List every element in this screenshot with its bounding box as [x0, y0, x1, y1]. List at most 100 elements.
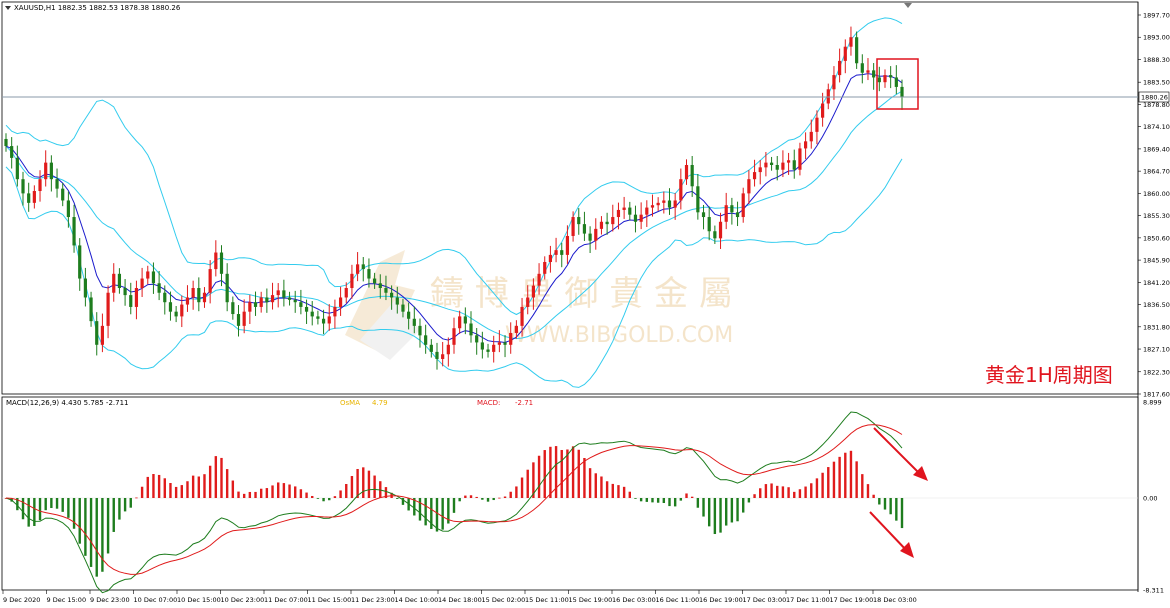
trading-chart[interactable]: 鑄 博 皇 御 貴 金 屬 WWW.BIBGOLD.COM XAUUSD,H1 …: [0, 0, 1170, 608]
histogram-bar: [866, 484, 870, 498]
candle-body: [786, 160, 791, 163]
histogram-bar: [191, 475, 195, 498]
price-tick-label: 1831.80: [1143, 323, 1170, 331]
candle-body: [395, 297, 399, 305]
candle-body: [486, 349, 490, 352]
histogram-bar: [537, 455, 541, 498]
histogram-bar: [259, 488, 263, 498]
histogram-bar: [237, 491, 240, 498]
current-price-label: 1880.26: [1141, 94, 1168, 102]
candle-body: [219, 252, 224, 274]
candle-body: [350, 273, 354, 289]
candle-body: [826, 89, 830, 104]
candle-body: [741, 193, 745, 218]
candle-body: [815, 117, 819, 132]
histogram-bar: [543, 450, 546, 498]
histogram-bar: [730, 498, 734, 523]
histogram-bar: [27, 498, 30, 527]
candle-body: [418, 325, 422, 336]
histogram-bar: [254, 491, 257, 498]
histogram-bar: [208, 465, 212, 498]
price-tick-label: 1817.60: [1143, 391, 1170, 399]
candle-body: [129, 295, 133, 307]
candle-body: [361, 264, 365, 270]
histogram-bar: [129, 498, 132, 508]
candle-body: [798, 148, 802, 170]
time-tick-label: 9 Dec 15:00: [47, 596, 87, 604]
time-tick-label: 10 Dec 15:00: [177, 596, 221, 604]
candle-body: [231, 302, 235, 315]
candle-body: [611, 217, 615, 225]
histogram-bar: [356, 468, 359, 498]
histogram-bar: [135, 497, 138, 499]
candle-body: [123, 288, 127, 296]
candle-body: [548, 254, 553, 262]
candle-body: [900, 86, 904, 98]
price-tick-label: 1855.30: [1143, 212, 1170, 220]
histogram-bar: [367, 470, 371, 498]
histogram-bar: [458, 498, 461, 502]
histogram-bar: [662, 498, 666, 504]
candle-body: [4, 138, 8, 147]
candle-body: [446, 344, 450, 355]
candle-body: [616, 209, 621, 218]
candle-body: [560, 250, 564, 255]
macd-info: MACD(12,26,9) 4.430 5.785 -2.711: [6, 399, 128, 407]
price-tick-label: 1860.00: [1143, 190, 1170, 198]
candle-body: [458, 316, 462, 329]
candle-body: [452, 328, 456, 345]
candle-body: [117, 273, 122, 289]
price-tick-label: 1845.90: [1143, 257, 1170, 265]
time-tick-label: 11 Dec 23:00: [351, 596, 395, 604]
candle-body: [594, 228, 598, 241]
histogram-bar: [163, 478, 166, 498]
time-tick-label: 15 Dec 11:00: [525, 596, 569, 604]
histogram-bar: [362, 467, 365, 498]
candle-body: [134, 288, 139, 307]
histogram-bar: [759, 488, 762, 498]
price-tick-label: 1836.50: [1143, 301, 1170, 309]
price-tick-label: 1883.50: [1143, 79, 1170, 87]
histogram-bar: [225, 469, 229, 498]
time-tick-label: 17 Dec 19:00: [830, 596, 874, 604]
time-tick-label: 17 Dec 03:00: [743, 596, 787, 604]
histogram-bar: [203, 474, 206, 498]
candle-body: [577, 217, 581, 225]
candle-body: [531, 285, 535, 298]
histogram-bar: [271, 485, 274, 498]
histogram-bar: [61, 498, 64, 512]
candle-body: [367, 269, 371, 279]
histogram-bar: [702, 498, 705, 517]
candle-body: [696, 186, 700, 213]
macd-label: MACD:: [477, 399, 500, 407]
candle-body: [752, 172, 757, 180]
histogram-bar: [299, 489, 303, 498]
candle-body: [809, 131, 813, 142]
candle-body: [707, 217, 711, 232]
candle-body: [821, 103, 825, 118]
candle-body: [355, 264, 360, 274]
histogram-bar: [55, 498, 59, 509]
candle-body: [724, 205, 728, 222]
candle-body: [514, 325, 518, 333]
candle-body: [304, 306, 309, 312]
histogram-bar: [112, 498, 115, 532]
time-tick-label: 9 Dec 2020: [3, 596, 40, 604]
candle-body: [287, 297, 292, 300]
candle-body: [66, 200, 70, 218]
histogram-bar: [560, 449, 563, 498]
time-tick-label: 15 Dec 02:00: [482, 596, 526, 604]
histogram-bar: [776, 485, 779, 498]
candle-body: [855, 37, 859, 64]
histogram-bar: [844, 452, 847, 498]
macd-tick-label: -8.311: [1143, 587, 1164, 595]
candle-body: [565, 235, 570, 255]
candle-body: [174, 311, 178, 317]
candle-body: [180, 304, 184, 317]
candle-body: [628, 207, 632, 215]
histogram-bar: [231, 480, 235, 498]
candle-body: [645, 207, 649, 215]
histogram-bar: [736, 498, 739, 522]
histogram-bar: [639, 498, 643, 502]
histogram-bar: [611, 483, 614, 498]
